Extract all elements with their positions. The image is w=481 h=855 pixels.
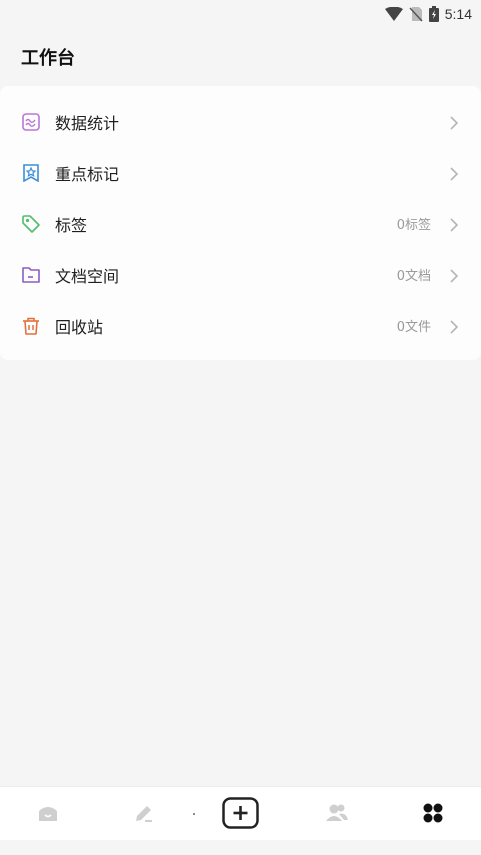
no-sim-icon <box>409 6 423 22</box>
indicator-dot <box>193 813 195 815</box>
menu-item-count: 0标签 <box>396 218 431 233</box>
battery-charging-icon <box>428 6 439 22</box>
chevron-right-icon <box>449 115 459 130</box>
workbench-icon[interactable] <box>421 801 445 825</box>
chevron-right-icon <box>449 166 459 181</box>
add-icon[interactable] <box>222 797 259 829</box>
page-title: 工作台 <box>21 48 75 69</box>
menu-item-data-statistics[interactable]: 数据统计 <box>0 96 481 147</box>
system-nav-area <box>0 840 481 855</box>
trash-icon <box>22 317 40 335</box>
menu-item-label: 文档空间 <box>55 266 120 286</box>
wifi-icon <box>384 7 403 21</box>
chevron-right-icon <box>449 268 459 283</box>
chevron-right-icon <box>449 217 459 232</box>
status-bar: 5:14 <box>0 0 481 28</box>
menu-item-label: 重点标记 <box>55 164 120 184</box>
bottom-tab-bar <box>0 786 481 840</box>
menu-card: 数据统计 重点标记 标签 0标签 文档空间 0文档 回收站 0文件 <box>0 86 481 360</box>
home-icon[interactable] <box>36 801 60 825</box>
menu-item-count: 0文件 <box>396 320 431 335</box>
menu-item-label: 数据统计 <box>55 113 120 133</box>
folder-icon <box>22 266 40 284</box>
bookmark-star-icon <box>22 163 40 182</box>
edit-icon[interactable] <box>132 801 156 825</box>
chart-icon <box>22 112 40 131</box>
menu-item-doc-space[interactable]: 文档空间 0文档 <box>0 249 481 300</box>
menu-item-recycle-bin[interactable]: 回收站 0文件 <box>0 300 481 351</box>
menu-item-tags[interactable]: 标签 0标签 <box>0 198 481 249</box>
chevron-right-icon <box>449 319 459 334</box>
contacts-icon[interactable] <box>325 801 349 825</box>
tag-icon <box>22 214 40 233</box>
menu-item-key-marks[interactable]: 重点标记 <box>0 147 481 198</box>
menu-item-label: 标签 <box>55 215 88 235</box>
menu-item-count: 0文档 <box>396 269 431 284</box>
menu-item-label: 回收站 <box>55 317 104 337</box>
status-time: 5:14 <box>444 6 472 22</box>
